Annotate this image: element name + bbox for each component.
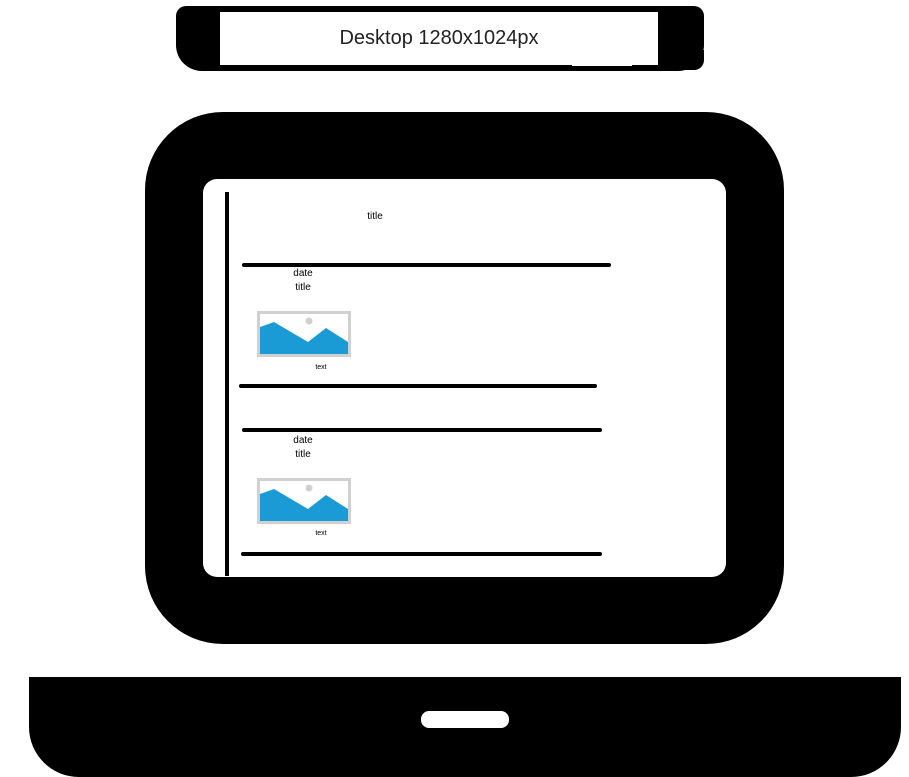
mountain-image-icon — [260, 317, 348, 354]
image-placeholder-icon — [257, 478, 351, 524]
post-text: text — [315, 530, 327, 537]
post-bottom-divider — [239, 384, 597, 388]
post-title: title — [295, 282, 311, 293]
post-title: title — [295, 449, 311, 460]
post-bottom-divider — [241, 552, 602, 556]
post-top-divider — [242, 263, 611, 267]
page-title: title — [367, 211, 383, 222]
post-top-divider — [242, 428, 602, 432]
post-date: date — [293, 268, 313, 279]
content-left-border — [225, 192, 229, 576]
mountain-image-icon — [260, 484, 348, 521]
post-date: date — [293, 435, 313, 446]
image-placeholder-icon — [257, 311, 351, 357]
device-label: Desktop 1280x1024px — [220, 12, 658, 65]
post-text: text — [315, 364, 327, 371]
trackpad-slot — [421, 711, 509, 728]
